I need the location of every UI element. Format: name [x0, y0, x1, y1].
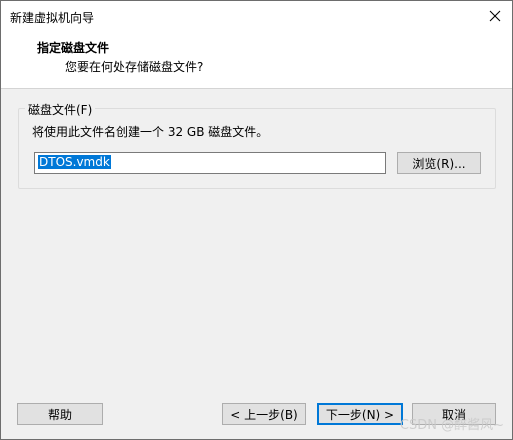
disk-file-value: DTOS.vmdk	[38, 155, 111, 169]
next-button[interactable]: 下一步(N) >	[317, 403, 403, 425]
next-button-label: 下一步(N) >	[325, 407, 395, 422]
disk-file-description: 将使用此文件名创建一个 32 GB 磁盘文件。	[32, 125, 269, 139]
help-button[interactable]: 帮助	[17, 403, 103, 425]
close-icon	[489, 10, 501, 22]
title-bar: 新建虚拟机向导	[1, 1, 512, 31]
wizard-window: 新建虚拟机向导 指定磁盘文件 您要在何处存储磁盘文件? 磁盘文件(F) 将使用此…	[0, 0, 513, 440]
browse-button-label: 浏览(R)...	[412, 156, 466, 171]
back-button[interactable]: < 上一步(B)	[222, 403, 306, 425]
page-title: 指定磁盘文件	[37, 41, 110, 55]
watermark: CSDN @醉酱风~	[399, 418, 504, 433]
page-subtitle: 您要在何处存储磁盘文件?	[65, 60, 204, 74]
disk-file-group-label: 磁盘文件(F)	[25, 101, 96, 118]
help-button-label: 帮助	[47, 407, 72, 422]
close-button[interactable]	[478, 1, 512, 31]
disk-file-input[interactable]: DTOS.vmdk	[34, 152, 386, 174]
browse-button[interactable]: 浏览(R)...	[397, 152, 481, 174]
wizard-header: 指定磁盘文件 您要在何处存储磁盘文件?	[1, 31, 512, 89]
disk-file-group: 磁盘文件(F) 将使用此文件名创建一个 32 GB 磁盘文件。 DTOS.vmd…	[18, 101, 496, 189]
window-title: 新建虚拟机向导	[10, 11, 95, 25]
back-button-label: < 上一步(B)	[230, 407, 298, 422]
